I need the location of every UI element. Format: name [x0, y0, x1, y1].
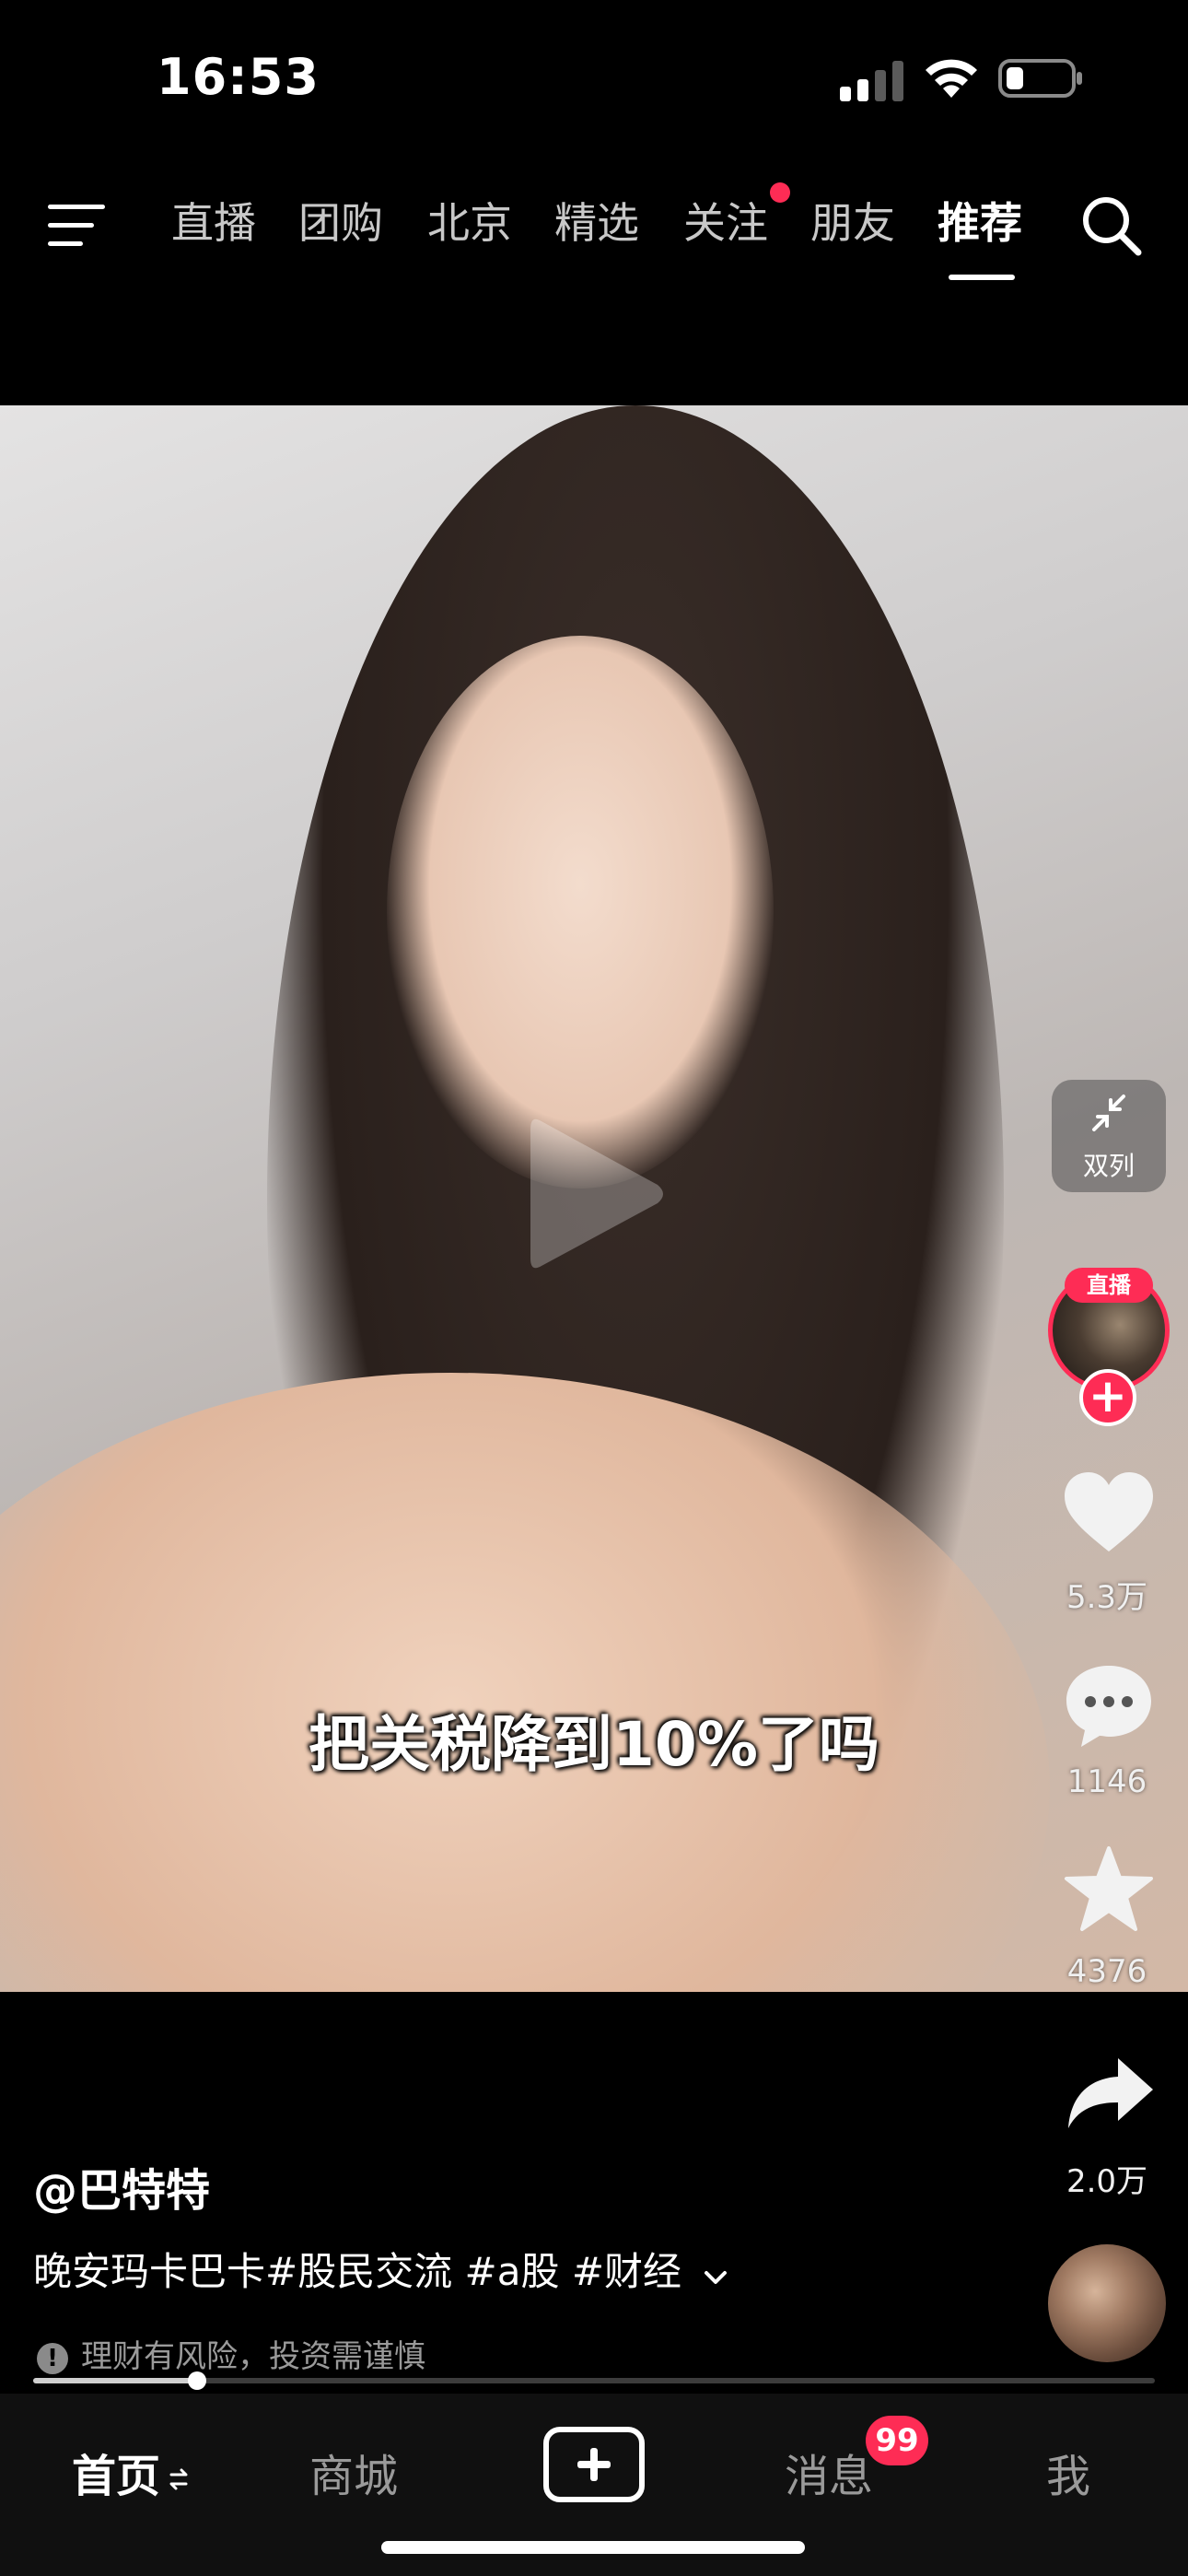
search-icon[interactable]: [1079, 193, 1144, 258]
favorites-count: 4376: [1066, 1953, 1147, 1990]
follow-plus-button[interactable]: +: [1079, 1369, 1136, 1426]
active-tab-indicator: [949, 275, 1015, 280]
video-progress-fill: [33, 2378, 197, 2383]
risk-notice-text: 理财有风险，投资需谨慎: [81, 2338, 425, 2375]
chevron-down-icon[interactable]: [703, 2252, 728, 2297]
bottom-tab-messages[interactable]: 消息: [785, 2440, 873, 2504]
post-description-text: 晚安玛卡巴卡#股民交流 #a股 #财经: [33, 2249, 682, 2294]
bottom-tab-mall[interactable]: 商城: [309, 2440, 398, 2504]
wifi-icon: [926, 59, 977, 98]
menu-icon[interactable]: [48, 201, 107, 251]
collapse-arrows-icon: [1092, 1095, 1125, 1131]
create-button[interactable]: [543, 2427, 645, 2502]
cellular-signal-icon: [840, 61, 903, 101]
risk-notice: ! 理财有风险，投资需谨慎: [37, 2331, 425, 2376]
home-indicator: [381, 2541, 805, 2554]
bottom-tab-home[interactable]: 首页: [72, 2440, 190, 2504]
star-icon[interactable]: [1063, 1846, 1155, 1935]
likes-count: 5.3万: [1066, 1579, 1148, 1616]
author-name[interactable]: @巴特特: [33, 2154, 210, 2219]
tab-recommended[interactable]: 推荐: [938, 190, 1022, 251]
shares-count: 2.0万: [1066, 2163, 1148, 2200]
plus-icon: [577, 2448, 611, 2481]
notification-dot: [770, 182, 790, 203]
tab-featured[interactable]: 精选: [554, 190, 639, 251]
comments-count: 1146: [1066, 1763, 1147, 1800]
tab-friends[interactable]: 朋友: [810, 190, 895, 251]
dual-column-button[interactable]: 双列: [1052, 1080, 1166, 1192]
tab-following[interactable]: 关注: [683, 190, 768, 251]
bottom-tab-home-label: 首页: [72, 2451, 161, 2502]
video-progress-thumb[interactable]: [187, 2371, 206, 2390]
play-icon[interactable]: [521, 1111, 669, 1277]
messages-badge: 99: [866, 2416, 928, 2465]
music-disc[interactable]: [1048, 2244, 1166, 2362]
tab-live[interactable]: 直播: [171, 190, 256, 251]
swap-icon: [169, 2468, 188, 2490]
post-description[interactable]: 晚安玛卡巴卡#股民交流 #a股 #财经: [33, 2241, 728, 2297]
video-caption: 把关税降到10%了吗: [309, 1709, 879, 1780]
exclamation-icon: !: [37, 2342, 68, 2374]
dual-column-label: 双列: [1082, 1151, 1135, 1181]
comment-icon[interactable]: [1063, 1662, 1155, 1751]
tab-beijing[interactable]: 北京: [427, 190, 512, 251]
battery-icon: [998, 59, 1082, 98]
heart-icon[interactable]: [1063, 1470, 1155, 1555]
tab-group-buy[interactable]: 团购: [298, 190, 383, 251]
share-icon[interactable]: [1065, 2055, 1157, 2132]
live-badge: 直播: [1065, 1268, 1153, 1303]
bottom-tab-me[interactable]: 我: [1046, 2440, 1090, 2504]
status-time: 16:53: [157, 48, 320, 106]
